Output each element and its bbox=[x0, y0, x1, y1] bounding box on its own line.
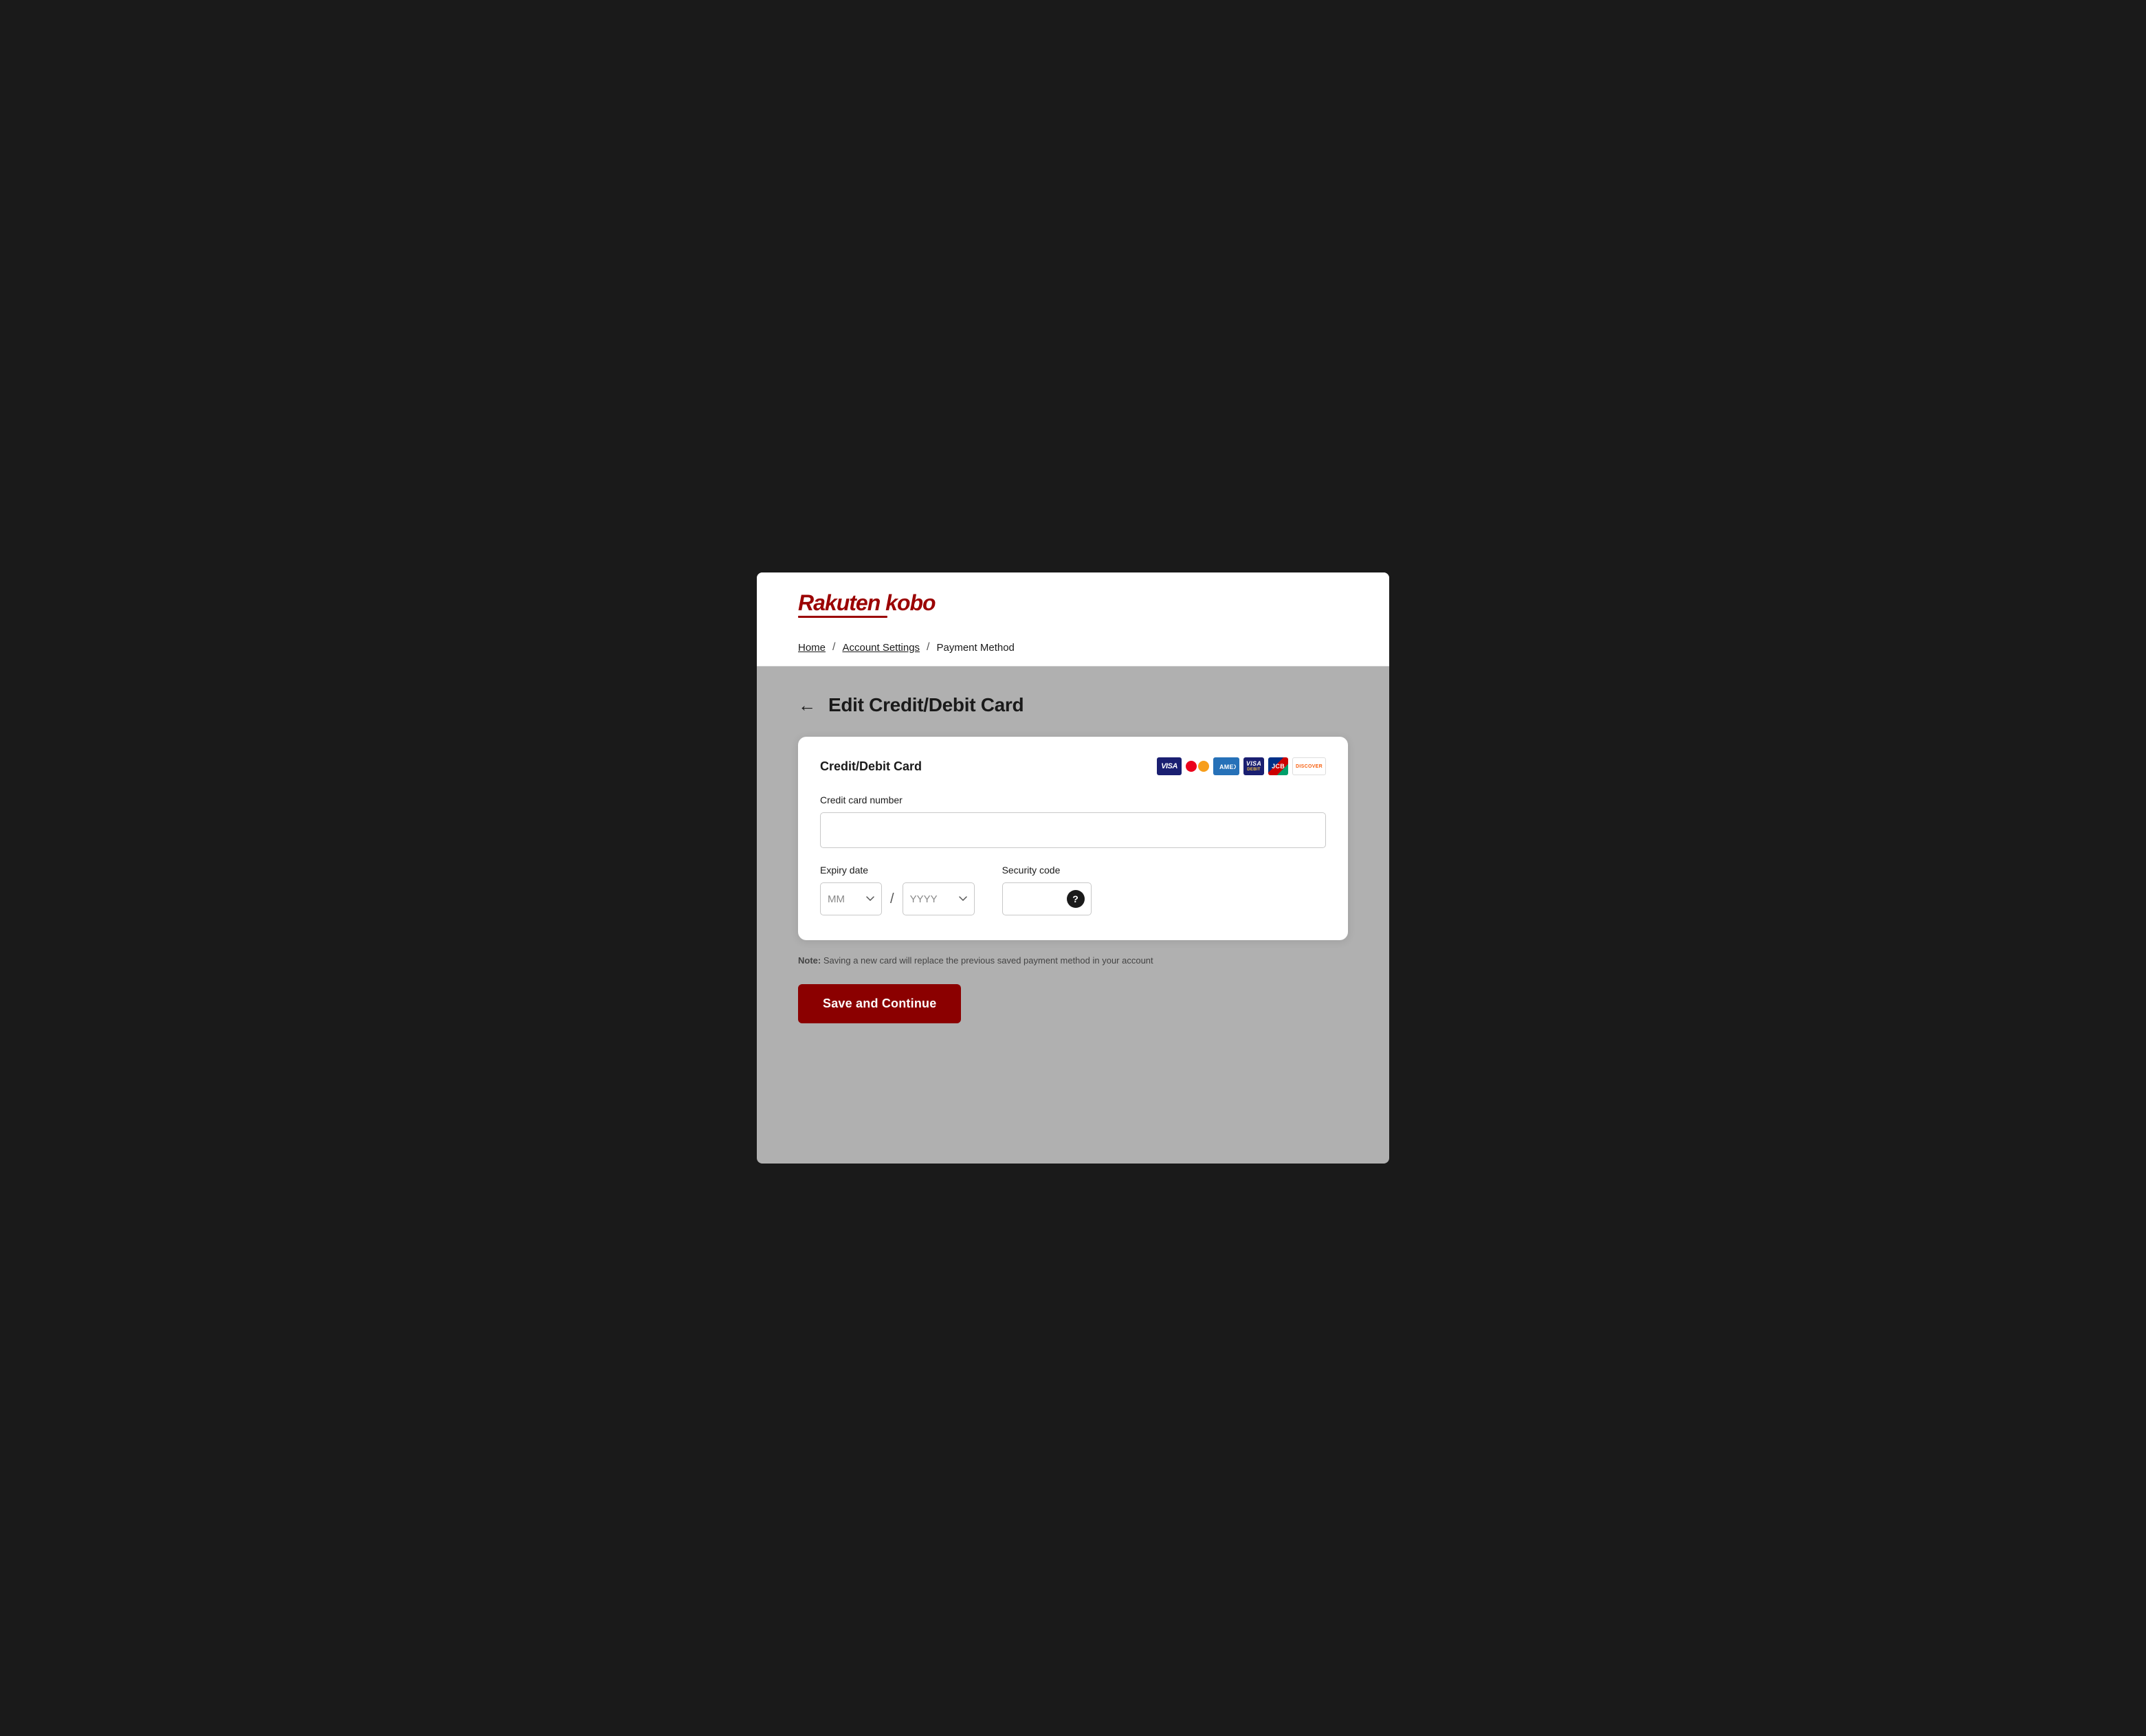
breadcrumb: Home / Account Settings / Payment Method bbox=[798, 630, 1348, 666]
card-number-label: Credit card number bbox=[820, 794, 1326, 805]
save-continue-button[interactable]: Save and Continue bbox=[798, 984, 961, 1023]
expiry-section: Expiry date MM 01020304 05060708 0910111… bbox=[820, 865, 975, 915]
expiry-month-select[interactable]: MM 01020304 05060708 09101112 bbox=[820, 882, 882, 915]
breadcrumb-account-settings[interactable]: Account Settings bbox=[842, 642, 920, 654]
card-form-container: Credit/Debit Card VISA AMEX bbox=[798, 737, 1348, 940]
breadcrumb-sep-2: / bbox=[927, 641, 929, 654]
expiry-year-select[interactable]: YYYY 2024202520262027 202820292030 bbox=[903, 882, 975, 915]
breadcrumb-home[interactable]: Home bbox=[798, 642, 826, 654]
logo[interactable]: Rakuten kobo bbox=[798, 592, 1348, 618]
expiry-inputs: MM 01020304 05060708 09101112 / YYYY 202… bbox=[820, 882, 975, 915]
page-title-row: ← Edit Credit/Debit Card bbox=[798, 694, 1348, 716]
main-content: ← Edit Credit/Debit Card Credit/Debit Ca… bbox=[757, 667, 1389, 1023]
logo-underline bbox=[798, 616, 887, 618]
security-label: Security code bbox=[1002, 865, 1092, 876]
breadcrumb-sep-1: / bbox=[832, 641, 835, 654]
visa-debit-icon: VISA DEBIT bbox=[1243, 757, 1264, 775]
logo-text: Rakuten kobo bbox=[798, 592, 1348, 614]
security-help-icon[interactable]: ? bbox=[1067, 890, 1085, 908]
jcb-icon: JCB bbox=[1268, 757, 1288, 775]
security-section: Security code ? bbox=[1002, 865, 1092, 915]
expiry-slash: / bbox=[890, 891, 894, 907]
note-prefix: Note: bbox=[798, 955, 821, 966]
payment-icons: VISA AMEX VISA DEBIT bbox=[1157, 757, 1326, 775]
security-input-wrapper: ? bbox=[1002, 882, 1092, 915]
discover-icon: DISCOVER bbox=[1292, 757, 1326, 775]
note-text: Note: Saving a new card will replace the… bbox=[798, 954, 1348, 968]
security-help-text: ? bbox=[1072, 894, 1078, 904]
amex-icon: AMEX bbox=[1213, 757, 1239, 775]
breadcrumb-current: Payment Method bbox=[937, 642, 1015, 654]
browser-window: Rakuten kobo Home / Account Settings / P… bbox=[757, 572, 1389, 1164]
back-arrow-button[interactable]: ← bbox=[798, 696, 816, 714]
mc-right bbox=[1198, 761, 1209, 772]
card-number-input[interactable] bbox=[820, 812, 1326, 848]
page-title: Edit Credit/Debit Card bbox=[828, 694, 1024, 716]
svg-text:AMEX: AMEX bbox=[1219, 764, 1236, 770]
visa-icon: VISA bbox=[1157, 757, 1182, 775]
expiry-security-row: Expiry date MM 01020304 05060708 0910111… bbox=[820, 865, 1326, 915]
expiry-label: Expiry date bbox=[820, 865, 975, 876]
card-form-title: Credit/Debit Card bbox=[820, 759, 922, 774]
card-form-header: Credit/Debit Card VISA AMEX bbox=[820, 757, 1326, 775]
site-header: Rakuten kobo Home / Account Settings / P… bbox=[757, 572, 1389, 667]
mastercard-icon bbox=[1186, 759, 1209, 774]
mc-left bbox=[1186, 761, 1197, 772]
note-body: Saving a new card will replace the previ… bbox=[821, 955, 1153, 966]
